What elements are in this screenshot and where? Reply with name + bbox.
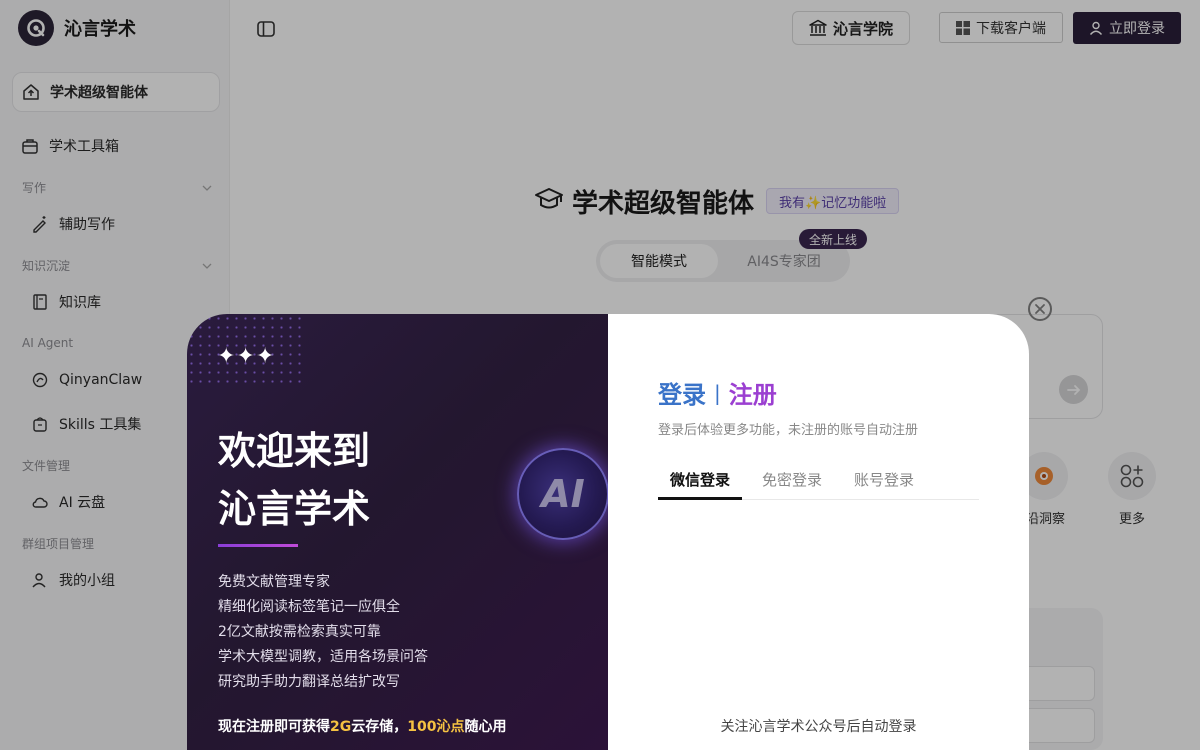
offer-text: 随心用 bbox=[464, 719, 507, 735]
offer-highlight: 2G bbox=[330, 719, 352, 735]
qr-hint: 关注沁言学术公众号后自动登录 bbox=[720, 719, 917, 735]
close-button[interactable] bbox=[1028, 297, 1052, 321]
qr-code-area bbox=[718, 524, 918, 704]
offer-highlight: 100沁点 bbox=[407, 719, 465, 735]
promo-title: 欢迎来到 沁言学术 bbox=[218, 422, 370, 538]
offer-text: 现在注册即可获得 bbox=[218, 719, 330, 735]
promo-title-line: 沁言学术 bbox=[218, 487, 371, 531]
feature-item: 学术大模型调教，适用各场景问答 bbox=[218, 649, 428, 665]
login-modal: ✦✦✦ 欢迎来到 沁言学术 免费文献管理专家 精细化阅读标签笔记一应俱全 2亿文… bbox=[187, 314, 1029, 750]
feature-item: 2亿文献按需检索真实可靠 bbox=[218, 624, 381, 640]
promo-offer: 现在注册即可获得2G云存储，100沁点随心用 bbox=[218, 716, 506, 736]
login-tabs: 微信登录 免密登录 账号登录 bbox=[658, 469, 979, 500]
feature-item: 精细化阅读标签笔记一应俱全 bbox=[218, 599, 400, 615]
promo-title-line: 欢迎来到 bbox=[218, 429, 371, 473]
login-subtitle: 登录后体验更多功能，未注册的账号自动注册 bbox=[658, 423, 919, 438]
sparkle-icon: ✦✦✦ bbox=[217, 344, 276, 369]
tab-account-login[interactable]: 账号登录 bbox=[842, 469, 926, 500]
feature-item: 研究助手助力翻译总结扩改写 bbox=[218, 674, 400, 690]
promo-panel: ✦✦✦ 欢迎来到 沁言学术 免费文献管理专家 精细化阅读标签笔记一应俱全 2亿文… bbox=[187, 314, 608, 750]
login-heading-register: 注册 bbox=[728, 381, 777, 409]
ai-orb-icon: AI bbox=[517, 448, 608, 540]
tab-wechat-login[interactable]: 微信登录 bbox=[658, 469, 742, 500]
login-heading-login: 登录 bbox=[658, 381, 706, 409]
offer-text: 云存储， bbox=[351, 719, 408, 735]
tab-passwordless-login[interactable]: 免密登录 bbox=[750, 469, 834, 500]
promo-underline bbox=[218, 544, 298, 547]
login-pane: 登录 | 注册 登录后体验更多功能，未注册的账号自动注册 微信登录 免密登录 账… bbox=[608, 314, 1029, 750]
feature-list: 免费文献管理专家 精细化阅读标签笔记一应俱全 2亿文献按需检索真实可靠 学术大模… bbox=[218, 570, 428, 695]
login-heading: 登录 | 注册 bbox=[658, 375, 777, 410]
close-icon bbox=[1035, 304, 1045, 314]
feature-item: 免费文献管理专家 bbox=[218, 574, 330, 590]
login-heading-separator: | bbox=[714, 380, 721, 405]
